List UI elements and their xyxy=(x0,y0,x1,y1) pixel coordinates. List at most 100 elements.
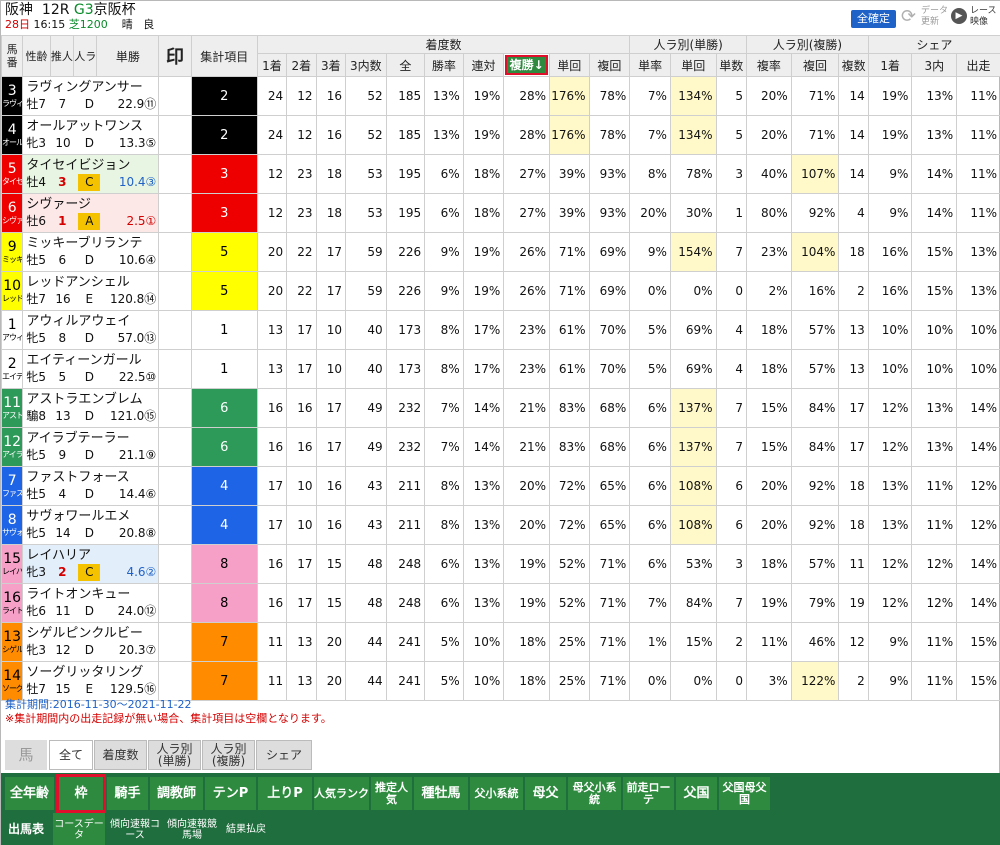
col-jockey-pop[interactable]: 推人 xyxy=(49,35,75,77)
table-row[interactable]: 14 ソーグ ソーグリッタリング 牡7 15 E 129.5⑯ 7 11 13 20 44 241 5% 1… xyxy=(0,661,1000,701)
subcol-1[interactable]: 2着 xyxy=(286,53,317,77)
horse-button[interactable]: 馬 xyxy=(5,740,47,770)
mark-cell[interactable] xyxy=(158,583,192,623)
category-tab-2[interactable]: 騎手 xyxy=(107,777,149,810)
subcol-15[interactable]: 複数 xyxy=(838,53,869,77)
category-tab-4[interactable]: テンP xyxy=(205,777,257,810)
mark-cell[interactable] xyxy=(158,154,192,194)
subtab-4[interactable]: シェア xyxy=(256,740,312,770)
horse-name[interactable]: ミッキーブリランテ xyxy=(26,235,157,252)
horse-name[interactable]: ライトオンキュー xyxy=(26,586,157,603)
subcol-10[interactable]: 単率 xyxy=(629,53,671,77)
table-row[interactable]: 5 タイセ タイセイビジョン 牡4 3 C 10.4③ 3 12 23 18 53 195 6% 18% 27… xyxy=(0,154,1000,194)
horse-name-cell[interactable]: ライトオンキュー 牝6 11 D 24.0⑫ xyxy=(22,583,160,623)
subtab-3[interactable]: 人ラ別(複勝) xyxy=(202,740,255,770)
bottom-nav-2[interactable]: 傾向速報コース xyxy=(107,813,163,845)
table-row[interactable]: 7 ファス ファストフォース 牡5 4 D 14.4⑥ 4 17 10 16 43 211 8% 13% 20… xyxy=(0,466,1000,506)
subcol-16[interactable]: 1着 xyxy=(867,53,913,77)
horse-name-cell[interactable]: アストラエンブレム 騸8 13 D 121.0⑮ xyxy=(22,388,160,428)
table-row[interactable]: 12 アイラ アイラブテーラー 牝5 9 D 21.1⑨ 6 16 16 17 49 232 7% 14% 2… xyxy=(0,427,1000,467)
horse-name-cell[interactable]: レッドアンシェル 牡7 16 E 120.8⑭ xyxy=(22,271,160,311)
subtab-1[interactable]: 着度数 xyxy=(94,740,147,770)
subcol-17[interactable]: 3内 xyxy=(911,53,958,77)
table-row[interactable]: 8 サヴォ サヴォワールエメ 牝5 14 D 20.8⑧ 4 17 10 16 43 211 8% 13% 2… xyxy=(0,505,1000,545)
table-row[interactable]: 9 ミッキ ミッキーブリランテ 牡5 6 D 10.6④ 5 20 22 17 59 226 9% 19% 2… xyxy=(0,232,1000,272)
horse-name[interactable]: タイセイビジョン xyxy=(26,157,157,174)
mark-cell[interactable] xyxy=(158,505,192,545)
confirm-all-button[interactable]: 全確定 xyxy=(851,10,896,28)
horse-name-cell[interactable]: アイラブテーラー 牝5 9 D 21.1⑨ xyxy=(22,427,160,467)
category-tab-7[interactable]: 推定人気 xyxy=(371,777,413,810)
horse-name-cell[interactable]: ソーグリッタリング 牡7 15 E 129.5⑯ xyxy=(22,661,160,701)
category-tab-10[interactable]: 母父 xyxy=(525,777,567,810)
table-row[interactable]: 1 アウィ アウィルアウェイ 牝5 8 D 57.0⑬ 1 13 17 10 40 173 8% 17% 23… xyxy=(0,310,1000,350)
bottom-nav-3[interactable]: 傾向速報競馬場 xyxy=(164,813,220,845)
subcol-7[interactable]: 複勝↓ xyxy=(503,53,550,77)
col-rank[interactable]: 人ラ xyxy=(73,35,98,77)
category-tab-12[interactable]: 前走ローテ xyxy=(623,777,675,810)
horse-name-cell[interactable]: シヴァージ 牡6 1 A 2.5① xyxy=(22,193,160,233)
mark-cell[interactable] xyxy=(158,310,192,350)
horse-name-cell[interactable]: ラヴィングアンサー 牡7 7 D 22.9⑪ xyxy=(22,76,160,116)
category-tab-8[interactable]: 種牡馬 xyxy=(414,777,469,810)
category-tab-11[interactable]: 母父小系統 xyxy=(568,777,622,810)
table-row[interactable]: 11 アスト アストラエンブレム 騸8 13 D 121.0⑮ 6 16 16 17 49 232 7% 1… xyxy=(0,388,1000,428)
horse-name-cell[interactable]: オールアットワンス 牝3 10 D 13.3⑤ xyxy=(22,115,160,155)
category-tab-6[interactable]: 人気ランク xyxy=(314,777,370,810)
category-tab-9[interactable]: 父小系統 xyxy=(470,777,524,810)
horse-name[interactable]: ソーグリッタリング xyxy=(26,664,157,681)
horse-name-cell[interactable]: サヴォワールエメ 牝5 14 D 20.8⑧ xyxy=(22,505,160,545)
subcol-12[interactable]: 単数 xyxy=(715,53,748,77)
table-row[interactable]: 2 エイテ エイティーンガール 牝5 5 D 22.5⑩ 1 13 17 10 40 173 8% 17% 2… xyxy=(0,349,1000,389)
subcol-4[interactable]: 全 xyxy=(385,53,426,77)
horse-name[interactable]: ファストフォース xyxy=(26,469,157,486)
subcol-18[interactable]: 出走 xyxy=(956,53,1000,77)
race-video-button[interactable]: ▶ レース映像 xyxy=(951,5,999,31)
horse-name[interactable]: シヴァージ xyxy=(26,196,157,213)
category-tab-0[interactable]: 全年齢 xyxy=(5,777,55,810)
horse-name[interactable]: アストラエンブレム xyxy=(26,391,157,408)
mark-cell[interactable] xyxy=(158,427,192,467)
table-row[interactable]: 4 オール オールアットワンス 牝3 10 D 13.3⑤ 2 24 12 16 52 185 13% 19… xyxy=(0,115,1000,155)
table-row[interactable]: 6 シヴァ シヴァージ 牡6 1 A 2.5① 3 12 23 18 53 195 6% 18% 27% 39%… xyxy=(0,193,1000,233)
category-tab-1[interactable]: 枠 xyxy=(56,774,106,813)
subcol-3[interactable]: 3内数 xyxy=(345,53,387,77)
subcol-6[interactable]: 連対 xyxy=(462,53,505,77)
horse-name[interactable]: アイラブテーラー xyxy=(26,430,157,447)
horse-name[interactable]: レイハリア xyxy=(26,547,157,564)
mark-cell[interactable] xyxy=(158,544,192,584)
horse-name[interactable]: エイティーンガール xyxy=(26,352,157,369)
table-row[interactable]: 3 ラヴィ ラヴィングアンサー 牡7 7 D 22.9⑪ 2 24 12 16 52 185 13% 19%… xyxy=(0,76,1000,116)
subcol-5[interactable]: 勝率 xyxy=(424,53,464,77)
subcol-2[interactable]: 3着 xyxy=(315,53,347,77)
category-tab-13[interactable]: 父国 xyxy=(676,777,718,810)
mark-cell[interactable] xyxy=(158,232,192,272)
table-row[interactable]: 15 レイハ レイハリア 牝3 2 C 4.6② 8 16 17 15 48 248 6% 13% 19% 52… xyxy=(0,544,1000,584)
table-row[interactable]: 13 シゲル シゲルピンクルビー 牝3 12 D 20.3⑦ 7 11 13 20 44 241 5% 10… xyxy=(0,622,1000,662)
bottom-nav-1[interactable]: コースデータ xyxy=(53,813,105,845)
sort-indicator[interactable]: 複勝↓ xyxy=(505,55,548,75)
col-odds[interactable]: 単勝 xyxy=(96,35,160,77)
mark-cell[interactable] xyxy=(158,466,192,506)
subcol-14[interactable]: 複回 xyxy=(790,53,840,77)
table-row[interactable]: 16 ライト ライトオンキュー 牝6 11 D 24.0⑫ 8 16 17 15 48 248 6% 13%… xyxy=(0,583,1000,623)
horse-name[interactable]: レッドアンシェル xyxy=(26,274,157,291)
horse-name[interactable]: サヴォワールエメ xyxy=(26,508,157,525)
horse-name-cell[interactable]: タイセイビジョン 牡4 3 C 10.4③ xyxy=(22,154,160,194)
bottom-nav-0[interactable]: 出馬表 xyxy=(1,813,51,845)
mark-cell[interactable] xyxy=(158,661,192,701)
col-umaban[interactable]: 馬番 xyxy=(0,35,24,77)
mark-cell[interactable] xyxy=(158,76,192,116)
subcol-8[interactable]: 単回 xyxy=(548,53,590,77)
horse-name-cell[interactable]: エイティーンガール 牝5 5 D 22.5⑩ xyxy=(22,349,160,389)
horse-name[interactable]: シゲルピンクルビー xyxy=(26,625,157,642)
horse-name-cell[interactable]: アウィルアウェイ 牝5 8 D 57.0⑬ xyxy=(22,310,160,350)
mark-cell[interactable] xyxy=(158,115,192,155)
horse-name[interactable]: オールアットワンス xyxy=(26,118,157,135)
category-tab-3[interactable]: 調教師 xyxy=(150,777,204,810)
subtab-0[interactable]: 全て xyxy=(49,740,93,770)
mark-cell[interactable] xyxy=(158,349,192,389)
mark-cell[interactable] xyxy=(158,622,192,662)
subtab-2[interactable]: 人ラ別(単勝) xyxy=(148,740,201,770)
mark-cell[interactable] xyxy=(158,388,192,428)
